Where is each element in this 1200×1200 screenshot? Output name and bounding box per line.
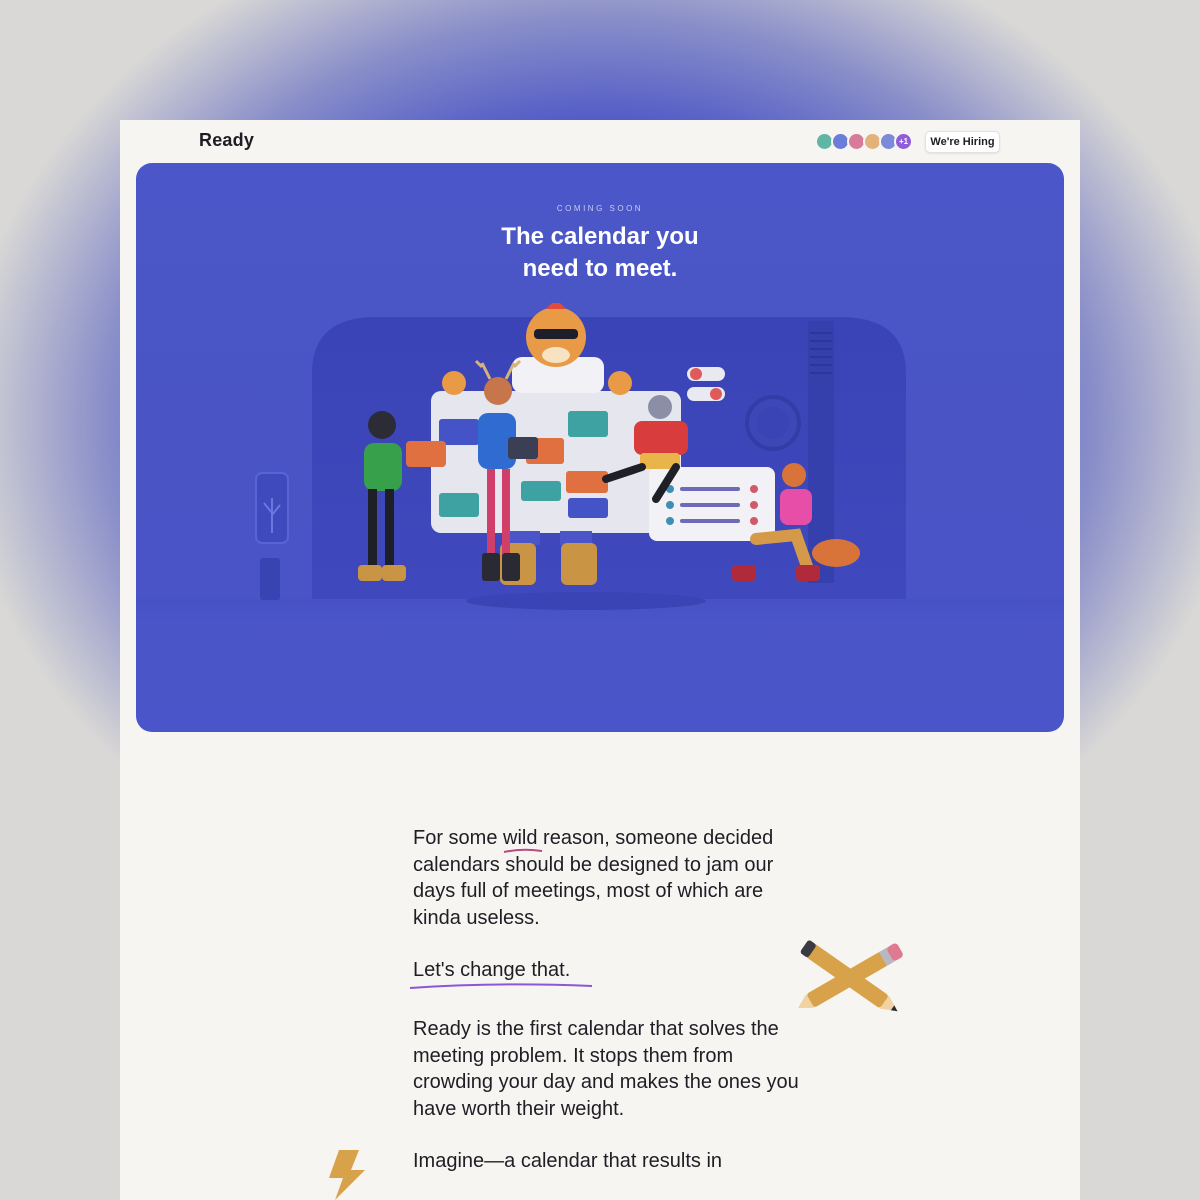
intro-paragraph-2: Ready is the first calendar that solves … <box>413 1018 799 1120</box>
highlight-word: wild <box>503 825 543 853</box>
intro-paragraph-3: Imagine—a calendar that results in <box>413 1150 723 1172</box>
hiring-button[interactable]: We're Hiring <box>925 131 1000 153</box>
hero-eyebrow: COMING SOON <box>556 204 644 213</box>
highlight-word-text: wild <box>503 827 538 849</box>
hero-title: The calendar you need to meet. <box>450 221 750 285</box>
intro-copy: For some wild reason, someone decided ca… <box>409 825 803 1200</box>
landing-page: Ready +1 We're Hiring COMING SOON The ca… <box>120 120 1080 1200</box>
hero-banner: COMING SOON The calendar you need to mee… <box>136 163 1064 732</box>
change-callout: Let's change that. <box>409 957 593 989</box>
brand-logo[interactable]: Ready <box>199 130 254 151</box>
lightning-bolt-icon <box>329 1150 365 1200</box>
highlight-underline <box>503 848 543 853</box>
hero-illustration <box>136 303 1064 623</box>
change-callout-text: Let's change that. <box>413 959 571 981</box>
team-extra-count: +1 <box>894 132 913 151</box>
intro-paragraph-1-start: For some <box>413 827 504 849</box>
top-nav: Ready +1 We're Hiring <box>120 120 1080 163</box>
intro-paragraph-1: For some wild reason, someone decided ca… <box>413 825 803 931</box>
callout-underline <box>409 983 593 989</box>
hero-title-line-2: need to meet. <box>522 255 678 282</box>
hero-title-line-1: The calendar you <box>501 223 699 250</box>
pencils-icon <box>798 940 903 1012</box>
